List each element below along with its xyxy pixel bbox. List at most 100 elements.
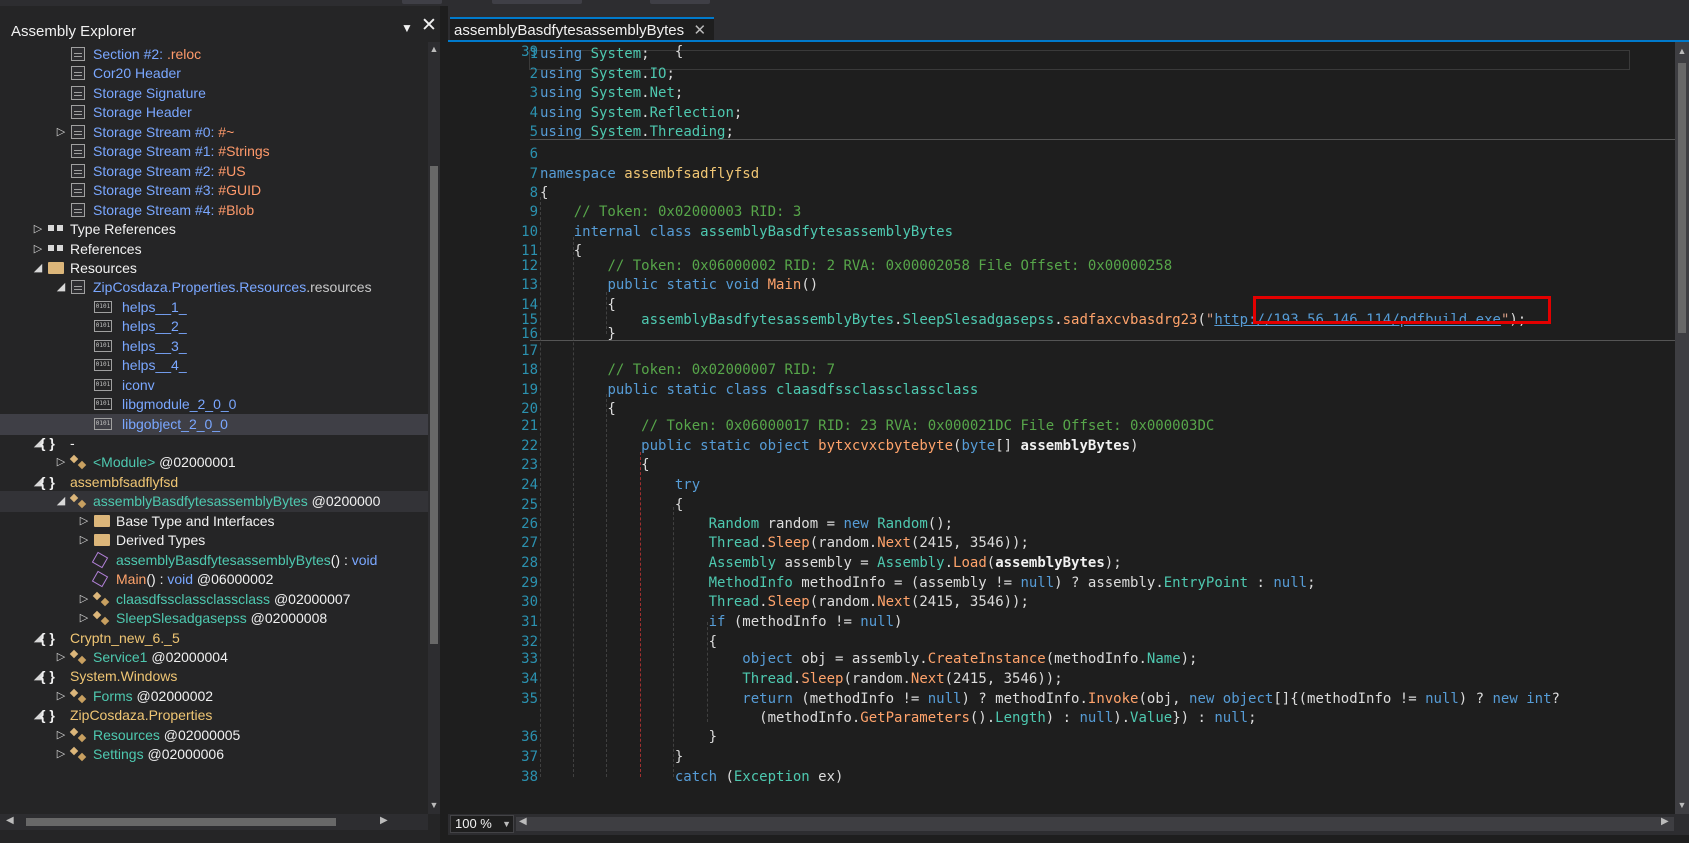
toolbar-dropdown-fragment[interactable]	[492, 0, 582, 4]
scroll-right-icon[interactable]: ▶	[1661, 816, 1669, 827]
collapsed-arrow-icon[interactable]: ▷	[55, 452, 67, 473]
tree-item-resources-file[interactable]: ◢ ZipCosdaza.Properties.Resources.resourc…	[0, 277, 428, 298]
tree-item-namespace-zipcosdaza-properties[interactable]: ◢{ } ZipCosdaza.Properties	[0, 705, 428, 726]
expanded-arrow-icon[interactable]: ◢	[55, 277, 67, 298]
collapsed-arrow-icon[interactable]: ▷	[78, 608, 90, 629]
tree-item-label: Cryptn_new_6._5	[70, 628, 180, 649]
tree-item-class-SleepSlesadgasepss[interactable]: ▷ SleepSlesadgasepss @02000008	[0, 608, 428, 629]
code-token: namespace	[540, 166, 616, 182]
tree-label-part: @02000001	[155, 454, 236, 471]
tree-item-derived-types[interactable]: ▷ Derived Types	[0, 530, 428, 551]
tree-label-part: libgobject_2_0_0	[122, 415, 228, 432]
tree-item-class-assemblyBasdfytesassemblyBytes[interactable]: ◢ assemblyBasdfytesassemblyBytes @0200000	[0, 491, 428, 513]
collapsed-arrow-icon[interactable]: ▷	[55, 122, 67, 143]
method-icon	[91, 570, 109, 588]
tree-item-storage-stream-3[interactable]: Storage Stream #3: #GUID	[0, 180, 428, 201]
tree-item-label: SleepSlesadgasepss @02000008	[116, 608, 327, 629]
chevron-down-icon[interactable]: ▼	[502, 816, 511, 832]
toolbar-button-fragment[interactable]	[650, 0, 710, 4]
tree-item-resources[interactable]: ◢ Resources	[0, 258, 428, 279]
tree-item-namespace-assembfsadflyfsd[interactable]: ◢{ } assembfsadflyfsd	[0, 472, 428, 493]
tree-item-helps-1[interactable]: 0101 helps__1_	[0, 297, 428, 318]
tree-item-class-claasdfssclassclassclass[interactable]: ▷ claasdfssclassclassclass @02000007	[0, 589, 428, 610]
tree-item-label: Resources	[70, 258, 137, 279]
code-line: {	[540, 495, 683, 515]
tab-assemblyBasdfytesassemblyBytes[interactable]: assemblyBasdfytesassemblyBytes ✕	[450, 17, 715, 42]
scroll-left-icon[interactable]: ◀	[6, 815, 14, 826]
code-token: (methodInfo.	[1045, 651, 1147, 667]
collapsed-arrow-icon[interactable]: ▷	[32, 219, 44, 240]
code-token: assemblyBasdfytesassemblyBytes	[700, 224, 954, 240]
tree-item-class-settings[interactable]: ▷ Settings @02000006	[0, 744, 428, 765]
explorer-horizontal-scrollbar[interactable]: ◀ ▶	[0, 814, 428, 830]
collapsed-arrow-icon[interactable]: ▷	[32, 239, 44, 260]
scrollbar-thumb[interactable]	[1678, 63, 1686, 333]
tree-item-storage-stream-0[interactable]: ▷ Storage Stream #0: #~	[0, 122, 428, 143]
collapsed-arrow-icon[interactable]: ▷	[55, 725, 67, 746]
scroll-left-icon[interactable]: ◀	[519, 816, 527, 827]
panel-menu-dropdown-icon[interactable]: ▼	[401, 21, 413, 35]
toolbar-button-fragment[interactable]	[402, 0, 442, 4]
tab-close-icon[interactable]: ✕	[694, 19, 707, 42]
tree-item-type-references[interactable]: ▷ Type References	[0, 219, 428, 240]
explorer-vertical-scrollbar[interactable]: ▲ ▼	[428, 42, 440, 814]
tree-item-base-types[interactable]: ▷ Base Type and Interfaces	[0, 511, 428, 532]
tree-item-storage-header[interactable]: Storage Header	[0, 102, 428, 123]
tree-item-libgobject[interactable]: 0101 libgobject_2_0_0	[0, 413, 428, 435]
tree-item-label: libgmodule_2_0_0	[122, 394, 236, 415]
code-token: return	[742, 691, 793, 707]
tree-item-ctor-method[interactable]: assemblyBasdfytesassemblyBytes() : void	[0, 550, 428, 571]
code-line: (methodInfo.GetParameters().Length) : nu…	[540, 708, 1256, 728]
collapsed-arrow-icon[interactable]: ▷	[78, 589, 90, 610]
code-token: Random	[877, 516, 928, 532]
tree-item-iconv[interactable]: 0101 iconv	[0, 375, 428, 396]
tree-item-cor20-header[interactable]: Cor20 Header	[0, 63, 428, 84]
tree-item-namespace-cryptn[interactable]: ◢{ } Cryptn_new_6._5	[0, 628, 428, 649]
tree-item-storage-signature[interactable]: Storage Signature	[0, 83, 428, 104]
tree-item-libgmodule[interactable]: 0101 libgmodule_2_0_0	[0, 394, 428, 415]
collapsed-arrow-icon[interactable]: ▷	[55, 647, 67, 668]
tree-item-storage-stream-1[interactable]: Storage Stream #1: #Strings	[0, 141, 428, 162]
scroll-up-icon[interactable]: ▲	[1677, 46, 1687, 56]
scroll-down-icon[interactable]: ▼	[429, 800, 439, 810]
tree-item-storage-stream-2[interactable]: Storage Stream #2: #US	[0, 161, 428, 182]
tree-item-helps-3[interactable]: 0101 helps__3_	[0, 336, 428, 357]
code-token: System	[590, 85, 642, 101]
tree-item-main-method[interactable]: Main() : void @06000002	[0, 569, 428, 590]
editor-horizontal-scrollbar[interactable]: ◀ ▶	[516, 816, 1674, 831]
editor-vertical-scrollbar[interactable]: ▲ ▼	[1675, 42, 1689, 814]
scroll-right-icon[interactable]: ▶	[380, 815, 388, 826]
tree-item-helps-2[interactable]: 0101 helps__2_	[0, 316, 428, 337]
tree-item-references[interactable]: ▷ References	[0, 239, 428, 260]
collapsed-arrow-icon[interactable]: ▷	[78, 511, 90, 532]
tree-item-module-class[interactable]: ▷ <Module> @02000001	[0, 452, 428, 473]
assembly-tree[interactable]: Section #2: .reloc Cor20 Header Storage Si…	[0, 42, 428, 814]
collapsed-arrow-icon[interactable]: ▷	[55, 744, 67, 765]
tree-item-helps-4[interactable]: 0101 helps__4_	[0, 355, 428, 376]
code-token: assembly =	[776, 555, 878, 571]
panel-close-icon[interactable]: ✕	[421, 16, 437, 36]
tree-item-storage-stream-4[interactable]: Storage Stream #4: #Blob	[0, 200, 428, 221]
collapsed-arrow-icon[interactable]: ▷	[55, 686, 67, 707]
tree-label-part: Type References	[70, 221, 176, 238]
scrollbar-thumb[interactable]	[26, 818, 336, 826]
code-token: {	[540, 44, 684, 60]
tree-item-namespace-system-windows[interactable]: ◢{ } System.Windows	[0, 666, 428, 687]
scrollbar-thumb[interactable]	[430, 166, 438, 644]
tree-item-namespace-empty[interactable]: ◢{ } -	[0, 433, 428, 454]
zoom-select[interactable]: 100 % ▼	[450, 815, 514, 833]
expanded-arrow-icon[interactable]: ◢	[55, 491, 67, 512]
tree-item-class-service1[interactable]: ▷ Service1 @02000004	[0, 647, 428, 668]
code-token: ?	[1551, 691, 1560, 707]
expanded-arrow-icon[interactable]: ◢	[32, 258, 44, 279]
tree-label-part: System.Windows	[70, 668, 178, 685]
tree-item-class-forms[interactable]: ▷ Forms @02000002	[0, 686, 428, 707]
scroll-down-icon[interactable]: ▼	[1677, 800, 1687, 810]
scroll-up-icon[interactable]: ▲	[429, 44, 439, 54]
code-line: {	[540, 42, 683, 62]
collapsed-arrow-icon[interactable]: ▷	[78, 530, 90, 551]
tree-item-class-resources[interactable]: ▷ Resources @02000005	[0, 725, 428, 746]
tree-item-section-2[interactable]: Section #2: .reloc	[0, 44, 428, 65]
decompiled-source-view[interactable]: 1 using System; 2 using System.IO; 3 using Sy…	[448, 42, 1675, 814]
